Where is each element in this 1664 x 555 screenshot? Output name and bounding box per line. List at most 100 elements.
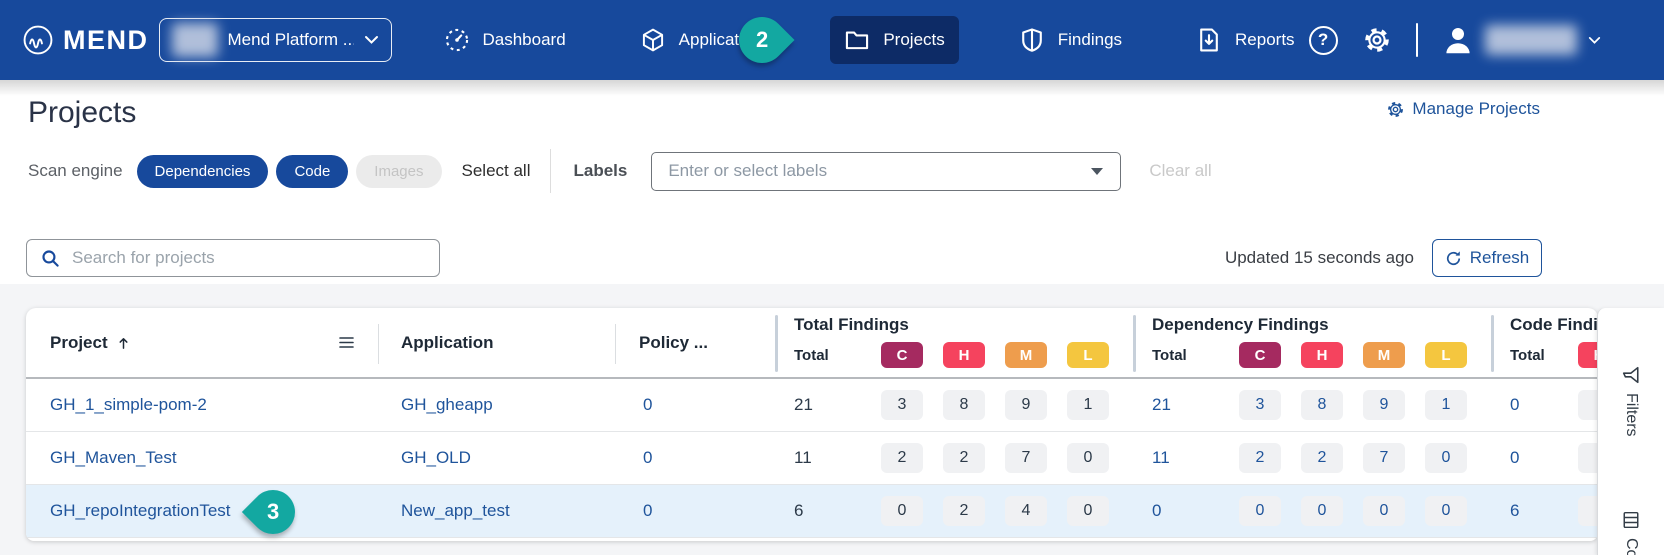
chip-dependencies[interactable]: Dependencies	[137, 155, 269, 188]
total-medium-count: 9	[1005, 390, 1047, 420]
dependency-critical-count[interactable]: 3	[1239, 390, 1281, 420]
dependency-high-count[interactable]: 8	[1301, 390, 1343, 420]
severity-badge-low: L	[1067, 342, 1109, 368]
application-link[interactable]: New_app_test	[401, 501, 510, 521]
nav-item-dashboard[interactable]: Dashboard	[430, 16, 580, 64]
chevron-down-icon	[1588, 36, 1601, 45]
dependency-critical-count[interactable]: 0	[1239, 496, 1281, 526]
application-link[interactable]: GH_gheapp	[401, 395, 493, 415]
policy-violations-link[interactable]: 0	[643, 395, 652, 415]
dependency-findings-total[interactable]: 21	[1152, 395, 1171, 415]
severity-badge-critical: C	[881, 342, 923, 368]
nav-item-findings[interactable]: Findings	[1005, 16, 1136, 64]
dependency-low-count[interactable]: 0	[1425, 443, 1467, 473]
chip-images: Images	[356, 155, 441, 188]
severity-badge-critical: C	[1239, 342, 1281, 368]
filters-divider	[550, 149, 551, 193]
code-findings-total[interactable]: 6	[1510, 501, 1519, 521]
mend-logo: MEND	[22, 24, 149, 56]
project-search[interactable]	[26, 239, 440, 277]
total-findings-total: 21	[794, 395, 813, 415]
code-high-count	[1578, 443, 1598, 473]
total-findings-total: 11	[794, 448, 812, 468]
dropdown-arrow-icon[interactable]	[1090, 167, 1104, 176]
project-link[interactable]: GH_1_simple-pom-2	[50, 395, 207, 415]
dependency-high-count[interactable]: 0	[1301, 496, 1343, 526]
reports-file-icon	[1196, 27, 1222, 53]
dependency-low-count[interactable]: 0	[1425, 496, 1467, 526]
chip-code[interactable]: Code	[276, 155, 348, 188]
help-glyph: ?	[1318, 30, 1328, 50]
column-header-application[interactable]: Application	[401, 333, 494, 353]
annotation-step-3-number: 3	[267, 499, 279, 525]
project-link[interactable]: GH_repoIntegrationTest	[50, 501, 231, 521]
total-critical-count: 3	[881, 390, 923, 420]
dependency-findings-total[interactable]: 11	[1152, 448, 1170, 468]
search-input[interactable]	[72, 248, 425, 268]
search-icon	[41, 249, 60, 268]
dependency-medium-count[interactable]: 9	[1363, 390, 1405, 420]
dependency-high-count[interactable]: 2	[1301, 443, 1343, 473]
user-menu[interactable]	[1442, 24, 1601, 56]
findings-shield-icon	[1019, 27, 1045, 53]
total-critical-count: 0	[881, 496, 923, 526]
org-selector[interactable]: Mend Platform ...	[159, 18, 392, 62]
filters-panel-toggle[interactable]: Filters	[1622, 366, 1640, 437]
dependency-critical-count[interactable]: 2	[1239, 443, 1281, 473]
subheader-total: Total	[794, 347, 829, 364]
manage-projects-link[interactable]: Manage Projects	[1386, 99, 1540, 119]
manage-projects-label: Manage Projects	[1412, 99, 1540, 119]
gear-icon[interactable]	[1362, 25, 1392, 55]
applications-cube-icon	[640, 27, 666, 53]
annotation-step-2-number: 2	[756, 27, 768, 53]
table-side-rail: Filters Columns	[1597, 308, 1664, 555]
help-icon[interactable]: ?	[1309, 26, 1338, 55]
severity-badge-medium: M	[1363, 342, 1405, 368]
code-high-count	[1578, 390, 1598, 420]
group-header-dependency-findings: Dependency Findings	[1152, 315, 1329, 335]
refresh-button[interactable]: Refresh	[1432, 239, 1542, 277]
app-window: MEND Mend Platform ... Dashboard	[0, 0, 1664, 555]
select-all-link[interactable]: Select all	[462, 161, 531, 181]
table-row[interactable]: GH_Maven_Test GH_OLD 0 11 2 2 7 0 11 2 2…	[26, 432, 1598, 485]
column-menu-icon[interactable]	[338, 335, 355, 350]
main-navigation: Dashboard Applications Projects	[430, 16, 1309, 64]
columns-panel-label: Columns	[1622, 538, 1640, 555]
filters-bar: Scan engine Dependencies Code Images Sel…	[28, 150, 1448, 192]
total-medium-count: 7	[1005, 443, 1047, 473]
top-navbar: MEND Mend Platform ... Dashboard	[0, 0, 1664, 80]
total-low-count: 0	[1067, 443, 1109, 473]
policy-violations-link[interactable]: 0	[643, 501, 652, 521]
navbar-actions: ?	[1309, 23, 1601, 57]
dependency-medium-count[interactable]: 7	[1363, 443, 1405, 473]
column-header-project[interactable]: Project	[50, 333, 131, 353]
nav-item-projects[interactable]: Projects	[830, 16, 958, 64]
group-divider	[1491, 315, 1494, 372]
code-findings-total[interactable]: 0	[1510, 448, 1519, 468]
application-link[interactable]: GH_OLD	[401, 448, 471, 468]
total-high-count: 2	[943, 496, 985, 526]
labels-input[interactable]	[668, 161, 1090, 181]
dependency-medium-count[interactable]: 0	[1363, 496, 1405, 526]
dependency-low-count[interactable]: 1	[1425, 390, 1467, 420]
total-low-count: 0	[1067, 496, 1109, 526]
user-avatar-icon	[1442, 24, 1474, 56]
nav-label: Projects	[883, 30, 944, 50]
nav-item-reports[interactable]: Reports	[1182, 16, 1309, 64]
group-divider	[1133, 315, 1136, 372]
column-header-policy[interactable]: Policy ...	[639, 333, 708, 353]
policy-violations-link[interactable]: 0	[643, 448, 652, 468]
code-findings-total[interactable]: 0	[1510, 395, 1519, 415]
total-critical-count: 2	[881, 443, 923, 473]
subheader-total: Total	[1152, 347, 1187, 364]
labels-select[interactable]	[651, 152, 1121, 191]
group-divider	[775, 315, 778, 372]
table-row[interactable]: GH_1_simple-pom-2 GH_gheapp 0 21 3 8 9 1…	[26, 379, 1598, 432]
org-selector-label: Mend Platform ...	[228, 30, 354, 50]
total-medium-count: 4	[1005, 496, 1047, 526]
columns-panel-toggle[interactable]: Columns	[1622, 511, 1640, 555]
dependency-findings-total[interactable]: 0	[1152, 501, 1161, 521]
user-name-blurred	[1485, 25, 1577, 55]
project-link[interactable]: GH_Maven_Test	[50, 448, 177, 468]
clear-all-link: Clear all	[1149, 161, 1211, 181]
